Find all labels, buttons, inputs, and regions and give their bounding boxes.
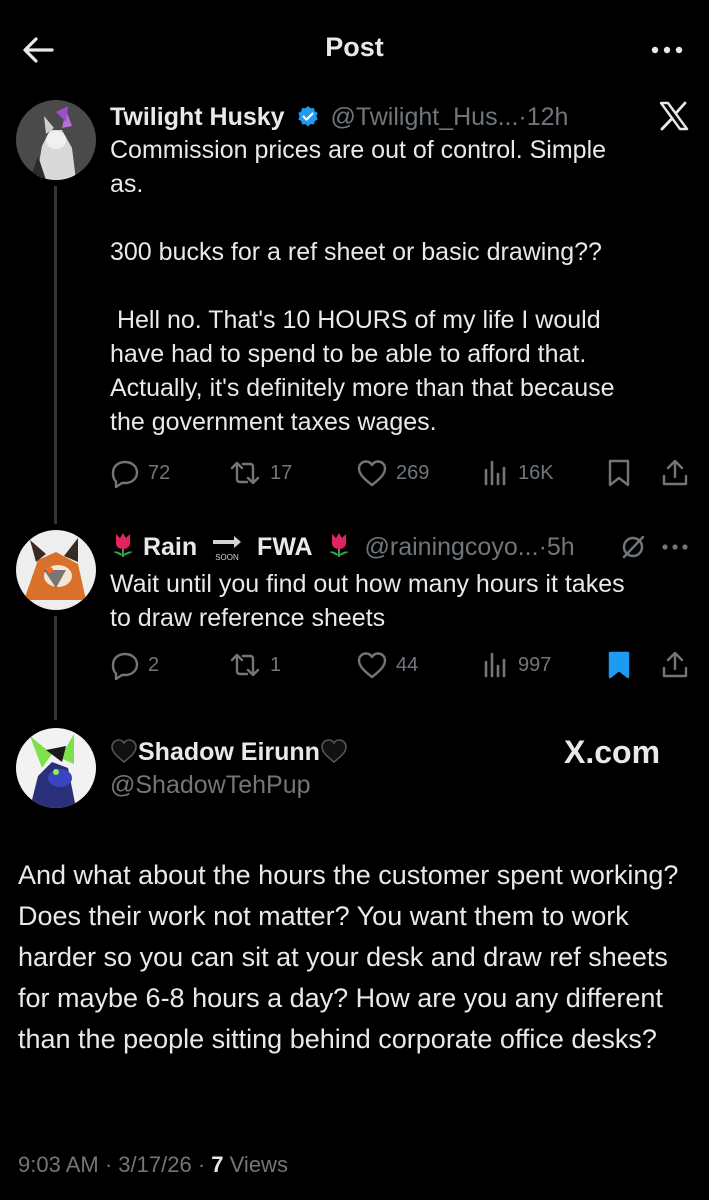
repost-count: 1 xyxy=(270,653,282,676)
analytics-icon xyxy=(482,650,510,680)
share-icon xyxy=(660,650,690,680)
views-label: Views xyxy=(229,1152,288,1177)
views-count: 997 xyxy=(518,653,552,676)
tulip-icon xyxy=(110,530,136,567)
post-time: 9:03 AM xyxy=(18,1152,99,1177)
tweet2-actions: 2 1 44 997 xyxy=(110,648,690,682)
repost-button[interactable]: 1 xyxy=(228,648,281,682)
main-tweet-header: Shadow Eirunn xyxy=(110,735,348,769)
grok-icon[interactable] xyxy=(620,534,646,565)
heart-icon xyxy=(356,650,388,680)
black-heart-icon xyxy=(320,738,348,773)
bookmark-button[interactable] xyxy=(606,648,632,682)
reply-icon xyxy=(110,458,140,488)
separator: · xyxy=(104,1152,113,1177)
page-title: Post xyxy=(325,32,384,62)
display-name[interactable]: Shadow Eirunn xyxy=(138,738,320,766)
tweet1-header: Twilight Husky @Twilight_Hus...·12h xyxy=(110,100,568,134)
avatar-rain[interactable] xyxy=(16,530,96,610)
reply-count: 72 xyxy=(148,461,171,484)
repost-icon xyxy=(228,458,262,488)
tweet-more-icon[interactable] xyxy=(660,534,690,565)
views-button[interactable]: 16K xyxy=(482,456,554,490)
reply-icon xyxy=(110,650,140,680)
xcom-watermark: X.com xyxy=(564,734,661,770)
separator: · xyxy=(538,533,547,561)
handle[interactable]: @rainingcoyo... xyxy=(365,533,539,561)
display-name-part[interactable]: FWA xyxy=(257,533,313,561)
handle[interactable]: @Twilight_Hus... xyxy=(330,103,518,131)
main-tweet-text: And what about the hours the customer sp… xyxy=(18,860,679,1054)
reply-count: 2 xyxy=(148,653,160,676)
x-logo-icon xyxy=(659,101,689,136)
reply-button[interactable]: 2 xyxy=(110,648,159,682)
thread-line xyxy=(54,186,57,524)
views-button[interactable]: 997 xyxy=(482,648,551,682)
tweet1-actions: 72 17 269 16K xyxy=(110,456,690,490)
bookmark-button[interactable] xyxy=(606,456,632,490)
like-count: 269 xyxy=(396,461,430,484)
post-date: 3/17/26 xyxy=(118,1152,192,1177)
tulip-icon xyxy=(326,530,352,567)
timestamp[interactable]: 5h xyxy=(547,533,575,561)
share-icon xyxy=(660,458,690,488)
analytics-icon xyxy=(482,458,510,488)
back-arrow-icon[interactable] xyxy=(18,30,58,70)
display-name-part[interactable]: Rain xyxy=(143,533,197,561)
avatar-twilight-husky[interactable] xyxy=(16,100,96,180)
share-button[interactable] xyxy=(660,456,690,490)
avatar-shadow-eirunn[interactable] xyxy=(16,728,96,808)
main-handle[interactable]: @ShadowTehPup xyxy=(110,768,311,802)
like-button[interactable]: 44 xyxy=(356,648,418,682)
main-tweet-meta: 9:03 AM · 3/17/26 · 7 Views xyxy=(18,1152,288,1178)
more-options-icon[interactable] xyxy=(647,32,687,68)
like-button[interactable]: 269 xyxy=(356,456,429,490)
repost-button[interactable]: 17 xyxy=(228,456,292,490)
soon-label: SOON xyxy=(215,553,239,561)
views-count: 16K xyxy=(518,461,554,484)
soon-arrow-icon: SOON xyxy=(210,531,244,562)
share-button[interactable] xyxy=(660,648,690,682)
separator: · xyxy=(518,103,527,131)
repost-icon xyxy=(228,650,262,680)
bookmark-filled-icon xyxy=(606,650,632,680)
views-count[interactable]: 7 xyxy=(211,1152,223,1177)
reply-button[interactable]: 72 xyxy=(110,456,170,490)
separator: · xyxy=(197,1152,206,1177)
tweet2-header: Rain SOON FWA @rainingcoyo...·5h xyxy=(110,530,575,564)
like-count: 44 xyxy=(396,653,419,676)
thread-line xyxy=(54,616,57,720)
tweet2-text: Wait until you find out how many hours i… xyxy=(110,570,625,632)
display-name[interactable]: Twilight Husky xyxy=(110,103,285,131)
top-bar: Post xyxy=(0,0,709,100)
repost-count: 17 xyxy=(270,461,293,484)
heart-icon xyxy=(356,458,388,488)
tweet1-text: Commission prices are out of control. Si… xyxy=(110,136,615,436)
timestamp[interactable]: 12h xyxy=(527,103,569,131)
bookmark-icon xyxy=(606,458,632,488)
